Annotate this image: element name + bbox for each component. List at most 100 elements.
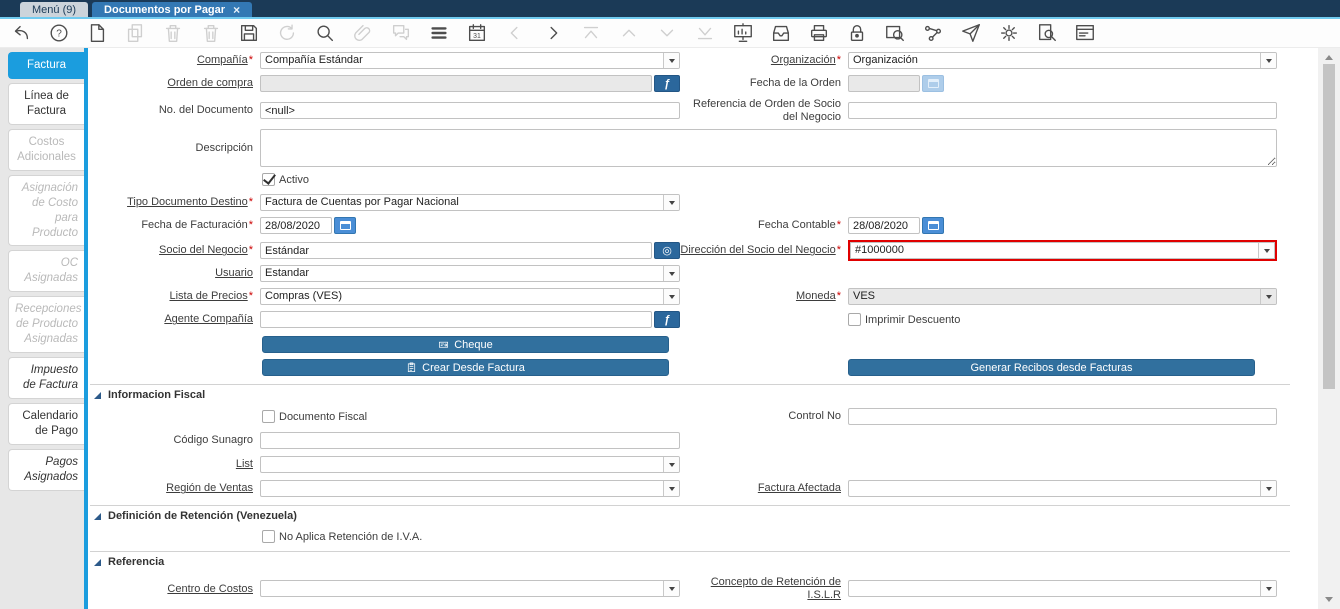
last-record-icon bbox=[692, 21, 717, 46]
list-label: List bbox=[235, 458, 253, 471]
direccion-socio-combobox[interactable]: #1000000 bbox=[850, 242, 1275, 260]
chevron-down-icon[interactable] bbox=[663, 289, 679, 305]
window-tab-menu[interactable]: Menú (9) bbox=[20, 2, 89, 17]
preferences-icon[interactable] bbox=[996, 21, 1021, 46]
section-informacion-fiscal[interactable]: Informacion Fiscal bbox=[90, 384, 1290, 403]
close-icon[interactable]: × bbox=[233, 4, 240, 16]
crear-desde-factura-button[interactable]: Crear Desde Factura bbox=[262, 359, 669, 377]
concepto-retencion-label: Concepto de Retención de I.S.L.R bbox=[710, 576, 841, 601]
chevron-down-icon[interactable] bbox=[1260, 289, 1276, 305]
factura-afectada-label: Factura Afectada bbox=[757, 482, 841, 495]
collapse-triangle-icon[interactable] bbox=[94, 512, 101, 520]
no-documento-field[interactable] bbox=[260, 102, 680, 120]
section-definicion-retencion[interactable]: Definición de Retención (Venezuela) bbox=[90, 505, 1290, 524]
sidebar-tab-costos-adicionales: Costos Adicionales bbox=[8, 128, 84, 171]
grid-toggle-icon[interactable] bbox=[426, 21, 451, 46]
lista-precios-combobox[interactable]: Compras (VES) bbox=[260, 288, 680, 306]
activo-label: Activo bbox=[279, 173, 309, 186]
window-tab-bar: Menú (9) Documentos por Pagar × bbox=[0, 0, 1340, 17]
collapse-triangle-icon[interactable] bbox=[94, 558, 101, 566]
agente-compania-field[interactable] bbox=[260, 311, 652, 329]
save-icon[interactable] bbox=[236, 21, 261, 46]
centro-costos-combobox[interactable] bbox=[260, 580, 680, 598]
imprimir-descuento-checkbox[interactable] bbox=[848, 313, 861, 327]
sidebar-tab-linea-de-factura[interactable]: Línea de Factura bbox=[8, 82, 84, 125]
find-icon[interactable] bbox=[312, 21, 337, 46]
zoom-button-icon[interactable]: ƒ bbox=[654, 75, 680, 92]
svg-text:?: ? bbox=[56, 29, 62, 40]
tipo-documento-combobox[interactable]: Factura de Cuentas por Pagar Nacional bbox=[260, 194, 680, 212]
window-tab-documentos-por-pagar[interactable]: Documentos por Pagar × bbox=[92, 2, 253, 17]
zoom-button-icon[interactable]: ƒ bbox=[654, 311, 680, 329]
referencia-orden-field[interactable] bbox=[848, 102, 1277, 120]
activo-checkbox[interactable] bbox=[262, 173, 275, 187]
sidebar-tab-pagos-asignados[interactable]: Pagos Asignados bbox=[8, 448, 84, 491]
tab-sidebar: Factura Línea de Factura Costos Adiciona… bbox=[0, 48, 88, 609]
scroll-up-icon[interactable] bbox=[1318, 50, 1340, 65]
compania-combobox[interactable]: Compañía Estándar bbox=[260, 52, 680, 69]
organizacion-combobox[interactable]: Organización bbox=[848, 52, 1277, 69]
control-no-field[interactable] bbox=[848, 408, 1277, 426]
print-preview-icon[interactable] bbox=[882, 21, 907, 46]
report-icon[interactable] bbox=[730, 21, 755, 46]
descripcion-field[interactable] bbox=[260, 129, 1277, 168]
section-referencia[interactable]: Referencia bbox=[90, 551, 1290, 570]
generar-recibos-button[interactable]: Generar Recibos desde Facturas bbox=[848, 359, 1255, 377]
new-record-icon[interactable] bbox=[84, 21, 109, 46]
fecha-facturacion-field[interactable] bbox=[260, 217, 332, 235]
record-search-icon[interactable]: ◎ bbox=[654, 242, 680, 260]
sidebar-tab-factura[interactable]: Factura bbox=[8, 52, 84, 79]
moneda-combobox: VES bbox=[848, 288, 1277, 306]
workflow-icon[interactable] bbox=[920, 21, 945, 46]
documentos-por-pagar-window: Menú (9) Documentos por Pagar × ? 31 Fac… bbox=[0, 0, 1340, 609]
delete-record-icon bbox=[160, 21, 185, 46]
calendar-picker-icon[interactable] bbox=[334, 217, 356, 235]
scroll-down-icon[interactable] bbox=[1318, 592, 1340, 607]
scrollbar-thumb[interactable] bbox=[1323, 64, 1335, 390]
vertical-scrollbar[interactable] bbox=[1318, 48, 1340, 609]
undo-icon[interactable] bbox=[8, 21, 33, 46]
calendar-icon[interactable]: 31 bbox=[464, 21, 489, 46]
chevron-down-icon[interactable] bbox=[663, 581, 679, 597]
refresh-icon bbox=[274, 21, 299, 46]
collapse-triangle-icon[interactable] bbox=[94, 391, 101, 399]
toolbar: ? 31 bbox=[0, 19, 1340, 48]
concepto-retencion-combobox[interactable] bbox=[848, 580, 1277, 598]
window-tab-menu-label: Menú (9) bbox=[32, 3, 77, 16]
sidebar-tab-calendario-de-pago[interactable]: Calendario de Pago bbox=[8, 403, 84, 445]
product-info-icon[interactable] bbox=[1034, 21, 1059, 46]
imprimir-descuento-label: Imprimir Descuento bbox=[865, 313, 961, 326]
list-combobox[interactable] bbox=[260, 456, 680, 474]
archive-icon[interactable] bbox=[768, 21, 793, 46]
chevron-down-icon[interactable] bbox=[663, 266, 679, 282]
usuario-combobox[interactable]: Estandar bbox=[260, 265, 680, 283]
sidebar-tab-impuesto-de-factura[interactable]: Impuesto de Factura bbox=[8, 357, 84, 399]
chevron-down-icon[interactable] bbox=[663, 481, 679, 497]
fecha-contable-field[interactable] bbox=[848, 217, 920, 235]
chevron-down-icon[interactable] bbox=[663, 53, 679, 68]
no-aplica-retencion-label: No Aplica Retención de I.V.A. bbox=[279, 530, 423, 543]
codigo-sunagro-field[interactable] bbox=[260, 432, 680, 450]
parent-record-icon bbox=[502, 21, 527, 46]
previous-record-icon bbox=[616, 21, 641, 46]
send-icon[interactable] bbox=[958, 21, 983, 46]
lock-icon[interactable] bbox=[844, 21, 869, 46]
help-icon[interactable]: ? bbox=[46, 21, 71, 46]
socio-negocio-field[interactable] bbox=[260, 242, 652, 260]
chevron-down-icon[interactable] bbox=[663, 195, 679, 211]
factura-afectada-combobox[interactable] bbox=[848, 480, 1277, 498]
documento-fiscal-checkbox[interactable] bbox=[262, 410, 275, 424]
chevron-down-icon[interactable] bbox=[1260, 481, 1276, 497]
cheque-button[interactable]: Cheque bbox=[262, 336, 669, 354]
print-icon[interactable] bbox=[806, 21, 831, 46]
chevron-down-icon[interactable] bbox=[1260, 581, 1276, 597]
chevron-down-icon[interactable] bbox=[663, 457, 679, 473]
lista-precios-label: Lista de Precios* bbox=[169, 290, 253, 303]
form-icon[interactable] bbox=[1072, 21, 1097, 46]
no-aplica-retencion-checkbox[interactable] bbox=[262, 530, 275, 544]
chevron-down-icon[interactable] bbox=[1258, 243, 1274, 259]
detail-record-icon[interactable] bbox=[540, 21, 565, 46]
region-ventas-combobox[interactable] bbox=[260, 480, 680, 498]
chevron-down-icon[interactable] bbox=[1260, 53, 1276, 68]
calendar-picker-icon[interactable] bbox=[922, 217, 944, 235]
